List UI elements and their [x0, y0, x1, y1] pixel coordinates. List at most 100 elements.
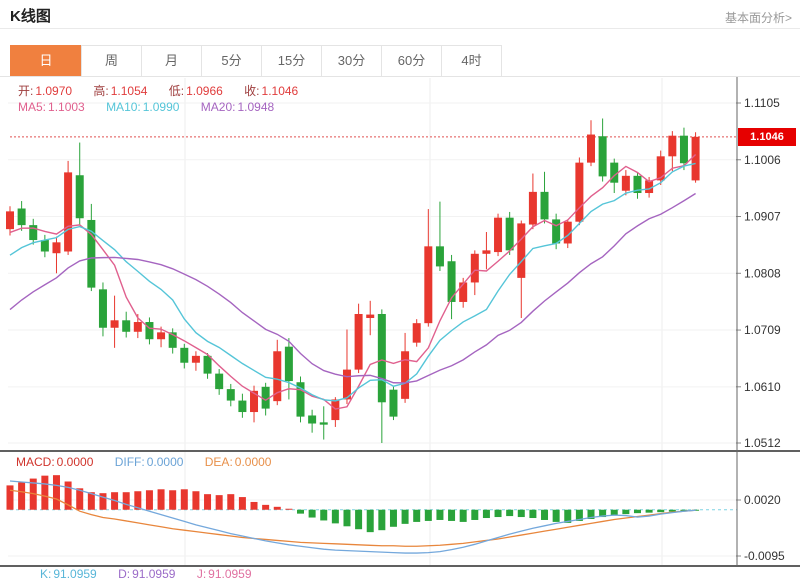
candle — [447, 261, 456, 302]
macd-bar — [285, 508, 293, 510]
macd-bar — [343, 509, 351, 527]
macd-bar — [494, 509, 502, 518]
candle — [133, 322, 142, 332]
macd-bar — [622, 509, 630, 515]
candle — [226, 389, 235, 401]
macd-bar — [215, 495, 223, 510]
macd-bar — [633, 509, 641, 514]
price-tick-label: 1.0907 — [744, 210, 781, 224]
ma10-label: MA10: — [106, 100, 141, 114]
macd-bar — [273, 506, 281, 510]
open-label: 开: — [18, 84, 34, 98]
diff-value: 0.0000 — [146, 455, 184, 469]
candle — [412, 323, 421, 343]
macd-bar — [541, 509, 549, 520]
macd-bar — [122, 492, 130, 510]
macd-tick-label: 0.0020 — [744, 493, 781, 507]
candle — [459, 282, 468, 302]
macd-bar — [297, 509, 304, 514]
low-value: 1.0966 — [186, 84, 223, 98]
macd-bar — [99, 493, 107, 510]
candle — [98, 289, 107, 328]
candle — [424, 246, 433, 324]
macd-label: MACD: — [16, 455, 55, 469]
candle — [203, 355, 212, 374]
d-value: 91.0959 — [132, 567, 176, 581]
macd-bar — [459, 509, 467, 522]
candle — [691, 136, 700, 181]
macd-bar — [610, 509, 618, 516]
macd-bar — [645, 509, 653, 513]
candle — [215, 373, 224, 390]
candle — [145, 322, 154, 340]
macd-bar — [180, 489, 188, 510]
candle — [366, 314, 375, 319]
dea-label: DEA: — [204, 455, 233, 469]
candle — [238, 400, 247, 413]
macd-bar — [471, 509, 479, 520]
candle — [679, 135, 688, 164]
candle — [29, 225, 38, 241]
candle — [110, 320, 119, 328]
macd-legend: MACD: 0.0000 DIFF: 0.0000 DEA: 0.0000 — [16, 455, 273, 469]
macd-bar — [192, 491, 200, 510]
candle — [401, 351, 410, 399]
ma10-line — [9, 162, 696, 402]
macd-bar — [238, 497, 246, 510]
macd-bar — [366, 509, 374, 533]
candle — [528, 191, 537, 225]
price-tick-label: 1.1105 — [744, 96, 780, 110]
candle — [668, 135, 677, 157]
macd-bar — [227, 494, 235, 510]
price-tick-label: 1.0808 — [744, 266, 781, 280]
macd-bar — [169, 490, 177, 510]
ma5-label: MA5: — [18, 100, 47, 114]
candle — [17, 208, 26, 226]
k-value: 91.0959 — [53, 567, 97, 581]
dea-value: 0.0000 — [234, 455, 272, 469]
ma20-label: MA20: — [200, 100, 236, 114]
open-value: 1.0970 — [35, 84, 73, 98]
macd-bar — [413, 509, 421, 522]
price-tick-label: 1.1006 — [744, 153, 781, 167]
candle — [377, 313, 386, 403]
diff-label: DIFF: — [114, 455, 145, 469]
k-label: K: — [40, 567, 52, 581]
macd-bar — [657, 509, 665, 513]
candle — [308, 415, 317, 424]
candle — [319, 422, 328, 425]
macd-bar — [389, 509, 397, 527]
macd-bar — [424, 509, 432, 521]
diff-line — [9, 480, 696, 554]
high-label: 高: — [93, 84, 109, 98]
macd-bar — [308, 509, 316, 518]
close-label: 收: — [244, 84, 260, 98]
macd-bar — [41, 475, 49, 510]
candle — [587, 134, 595, 163]
macd-bar — [401, 509, 409, 524]
ma20-line — [9, 192, 696, 384]
low-label: 低: — [168, 84, 185, 98]
candle — [482, 250, 491, 254]
macd-bar — [355, 509, 363, 530]
macd-bar — [157, 489, 165, 510]
candle — [435, 246, 444, 267]
candle — [40, 240, 49, 252]
candle — [517, 223, 526, 278]
candle — [157, 332, 166, 340]
macd-bar — [331, 509, 339, 524]
kdj-legend: K: 91.0959 D: 91.0959 J: 91.0959 — [40, 567, 254, 581]
ohlc-legend: 开: 1.0970 高: 1.1054 低: 1.0966 收: 1.1046 — [18, 82, 300, 99]
candle — [389, 389, 398, 417]
macd-bar — [262, 504, 270, 510]
macd-bar — [436, 509, 444, 520]
candle — [52, 242, 61, 254]
macd-bar — [320, 509, 328, 521]
candle — [494, 217, 503, 253]
macd-bar — [6, 485, 14, 510]
macd-value: 0.0000 — [56, 455, 94, 469]
candle — [552, 219, 561, 244]
macd-bar — [18, 482, 26, 510]
macd-bar — [378, 509, 386, 531]
price-tick-label: 1.0709 — [744, 323, 781, 337]
